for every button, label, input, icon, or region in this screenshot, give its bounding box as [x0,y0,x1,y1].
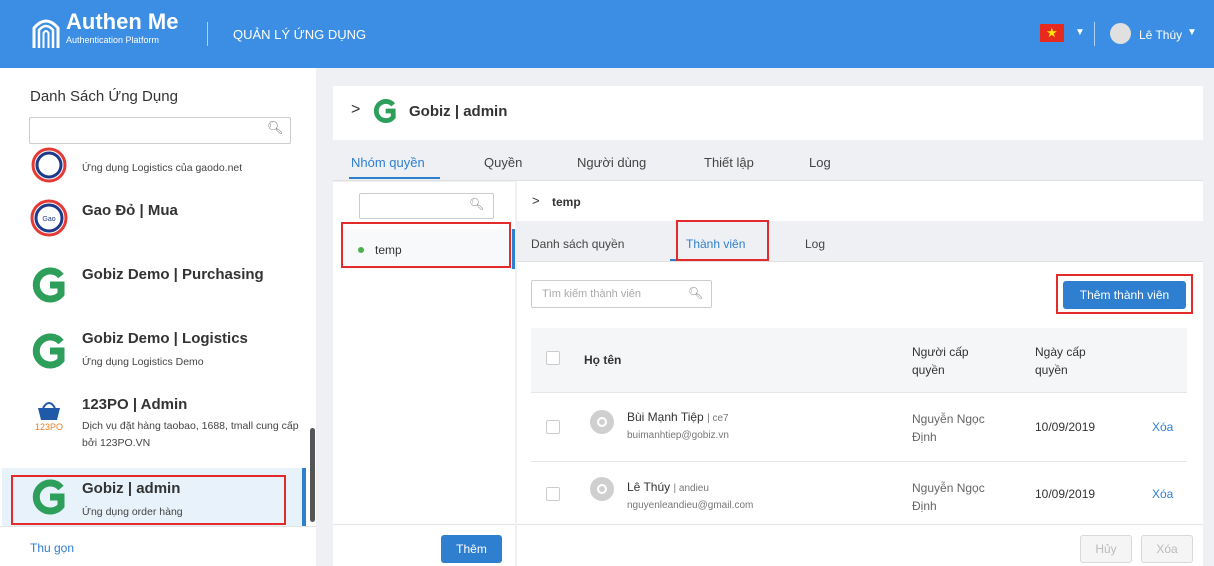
gaodo-logo-icon [31,147,67,183]
row-checkbox[interactable] [546,487,560,501]
column-name: Họ tên [584,353,622,367]
search-icon[interactable]: 🔍︎ [267,120,284,136]
granter-line2: Định [912,430,937,444]
user-menu-caret-icon[interactable]: ▼ [1187,27,1197,38]
app-desc: Ứng dụng Logistics của gaodo.net [82,162,243,174]
user-avatar[interactable] [1110,23,1131,44]
svg-text:123PO: 123PO [35,422,63,432]
header-divider [207,22,208,46]
brand-name: Authen Me [66,9,179,34]
role-title-bar [517,181,1203,221]
granter-line1: Nguyễn Ngọc [912,481,985,495]
role-title: temp [552,195,581,209]
member-search-placeholder: Tìm kiếm thành viên [542,288,642,300]
vietnam-flag-icon[interactable]: ★ [1040,24,1064,42]
add-role-button[interactable]: Thêm [441,535,502,563]
gobiz-logo-icon [32,333,65,369]
sidebar-title: Danh Sách Ứng Dụng [30,88,178,105]
search-icon[interactable]: 🔍︎ [688,286,703,300]
tab-permission-list[interactable]: Danh sách quyền [531,237,624,251]
member-email: buimanhtiep@gobiz.vn [627,430,729,441]
user-name[interactable]: Lê Thúy [1139,28,1182,42]
row-checkbox[interactable] [546,420,560,434]
app-item-gaodo-logistics[interactable]: Ứng dụng Logistics của gaodo.net [0,147,308,186]
active-tab-indicator [349,177,440,179]
column-granter-line2: quyền [912,363,945,377]
row-divider [531,392,1187,393]
app-name: 123PO | Admin [82,396,188,413]
app-name: Gao Đỏ | Mua [82,202,178,219]
search-icon[interactable]: 🔍︎ [469,197,484,211]
tab-role-groups[interactable]: Nhóm quyền [351,155,425,170]
gobiz-logo-icon [373,99,396,123]
granter-line2: Định [912,499,937,513]
gaodo-logo-icon: Gao [30,199,68,237]
app-desc: Dịch vụ đặt hàng taobao, 1688, tmall cun… [82,420,299,449]
language-caret-icon[interactable]: ▼ [1075,27,1085,38]
menu-app-management[interactable]: QUẢN LÝ ỨNG DỤNG [233,27,366,42]
member-avatar [590,410,614,434]
member-email: nguyenleandieu@gmail.com [627,500,754,511]
tab-settings[interactable]: Thiết lập [704,155,754,170]
member-name: Lê Thúy | andieu [627,480,709,494]
gobiz-logo-icon [32,267,65,303]
grant-date: 10/09/2019 [1035,420,1096,434]
brand-subtitle: Authentication Platform [66,35,160,45]
tab-permissions[interactable]: Quyền [484,155,522,170]
member-name: Bùi Mạnh Tiệp | ce7 [627,410,729,424]
chevron-right-icon[interactable]: > [532,193,540,208]
chevron-right-icon[interactable]: > [351,101,360,119]
header-divider [1094,22,1095,46]
delete-member-link[interactable]: Xóa [1152,420,1173,434]
highlight-box [1056,274,1193,314]
app-name: Gobiz Demo | Purchasing [82,266,264,283]
tab-role-log[interactable]: Log [805,237,825,251]
app-title: Gobiz | admin [409,103,508,120]
tab-log[interactable]: Log [809,155,831,170]
highlight-box [676,220,769,261]
delete-button[interactable]: Xóa [1141,535,1193,563]
row-divider [531,461,1187,462]
column-granter-line1: Người cấp [912,345,969,359]
sidebar-scrollbar[interactable] [310,428,315,522]
app-item-gaodo-mua[interactable]: Gao Gao Đỏ | Mua [0,192,308,252]
123po-logo-icon: 123PO [35,402,63,432]
select-all-checkbox[interactable] [546,351,560,365]
svg-text:Gao: Gao [42,216,55,223]
tab-users[interactable]: Người dùng [577,155,646,170]
app-desc: Ứng dụng Logistics Demo [82,356,204,368]
authenme-logo-icon [32,19,60,48]
app-item-gobiz-demo-logistics[interactable]: Gobiz Demo | Logistics Ứng dụng Logistic… [0,324,308,386]
app-item-123po-admin[interactable]: 123PO 123PO | Admin Dịch vụ đặt hàng tao… [0,390,308,462]
column-date-line1: Ngày cấp [1035,345,1086,359]
app-search-input[interactable] [29,117,291,144]
collapse-link[interactable]: Thu gọn [30,541,74,555]
delete-member-link[interactable]: Xóa [1152,487,1173,501]
cancel-button[interactable]: Hủy [1080,535,1132,563]
grant-date: 10/09/2019 [1035,487,1096,501]
member-avatar [590,477,614,501]
top-header [0,0,1214,68]
column-date-line2: quyền [1035,363,1068,377]
app-item-gobiz-demo-purchasing[interactable]: Gobiz Demo | Purchasing [0,258,308,318]
table-header [531,328,1187,392]
highlight-box [11,475,286,525]
granter-line1: Nguyễn Ngọc [912,412,985,426]
app-name: Gobiz Demo | Logistics [82,330,248,347]
highlight-box [341,222,511,268]
